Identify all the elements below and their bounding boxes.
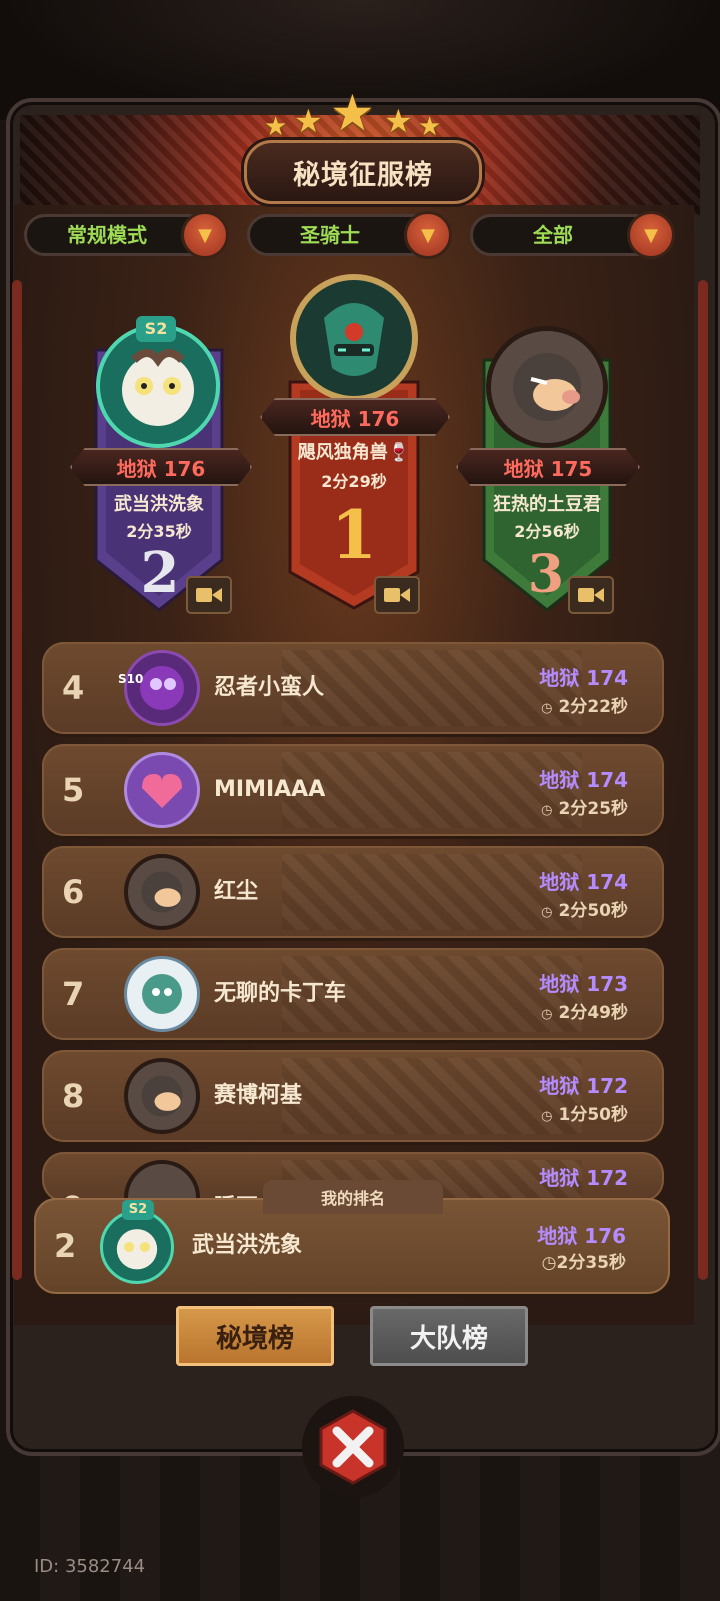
leaderboard-row[interactable]: 6 红尘 地狱 174 ◷ 2分50秒 — [42, 846, 664, 938]
scope-filter-dropdown[interactable]: 全部 ▼ — [470, 211, 675, 259]
avatar-astronaut — [124, 956, 200, 1032]
avatar-sheep — [96, 324, 220, 448]
row-level: 地狱 174 — [539, 666, 628, 690]
clock-icon: ◷ — [541, 1253, 557, 1273]
mode-filter-dropdown[interactable]: 常规模式 ▼ — [24, 211, 229, 259]
row-level: 地狱 173 — [539, 972, 628, 996]
row-time: 2分50秒 — [558, 901, 629, 921]
chevron-down-icon[interactable]: ▼ — [404, 211, 452, 259]
avatar-sheep — [100, 1210, 174, 1284]
leaderboard-row[interactable]: 7 无聊的卡丁车 地狱 173 ◷ 2分49秒 — [42, 948, 664, 1040]
podium-second-rank: 2 — [140, 540, 180, 606]
avatar-pig — [124, 1058, 200, 1134]
star-icon: ★ — [330, 84, 375, 142]
clock-icon: ◷ — [541, 905, 553, 920]
close-button[interactable] — [302, 1396, 404, 1498]
row-name: 赛博柯基 — [214, 1083, 303, 1108]
close-icon — [319, 1409, 387, 1485]
class-filter-dropdown[interactable]: 圣骑士 ▼ — [247, 211, 452, 259]
leaderboard-row[interactable]: 4 S10 忍者小蛮人 地狱 174 ◷ 2分22秒 — [42, 642, 664, 734]
avatar-pig — [486, 326, 608, 448]
star-icon: ★ — [418, 112, 442, 142]
row-name: 无聊的卡丁车 — [214, 981, 347, 1006]
my-rank-level: 地狱 176 — [537, 1224, 626, 1248]
clock-icon: ◷ — [541, 701, 553, 716]
season-badge: S2 — [136, 316, 176, 342]
row-badge: S10 — [118, 672, 144, 686]
video-icon — [384, 588, 410, 602]
podium-third-time: 2分56秒 — [514, 522, 580, 541]
clock-icon: ◷ — [541, 1007, 553, 1022]
left-rail — [12, 280, 22, 1280]
podium-second-level: 地狱 176 — [70, 448, 252, 486]
avatar-octopus — [124, 650, 200, 726]
replay-video-button[interactable] — [374, 576, 420, 614]
podium-second-time: 2分35秒 — [126, 522, 192, 541]
podium-first-name: 飓风独角兽🍷 — [297, 442, 411, 463]
replay-video-button[interactable] — [568, 576, 614, 614]
avatar-pig — [124, 854, 200, 930]
avatar-pig — [124, 1160, 200, 1202]
mode-filter-label: 常规模式 — [67, 223, 147, 247]
page-title: 秘境征服榜 — [244, 140, 482, 204]
podium-third-name: 狂热的土豆君 — [493, 494, 601, 515]
row-name: 忍者小蛮人 — [214, 675, 325, 700]
avatar-horned-knight — [290, 274, 418, 402]
right-rail — [698, 280, 708, 1280]
star-icon: ★ — [264, 112, 288, 142]
leaderboard-row[interactable]: 8 赛博柯基 地狱 172 ◷ 1分50秒 — [42, 1050, 664, 1142]
video-icon — [578, 588, 604, 602]
row-level: 地狱 174 — [539, 768, 628, 792]
my-rank-tab-label: 我的排名 — [263, 1180, 443, 1214]
podium-third-rank: 3 — [527, 544, 565, 605]
row-name: 红尘 — [214, 879, 259, 904]
row-level: 地狱 174 — [539, 870, 628, 894]
clock-icon: ◷ — [541, 803, 553, 818]
row-rank: 7 — [62, 975, 85, 1013]
title-stars: ★ ★ ★ ★ ★ — [260, 84, 460, 142]
my-rank-number: 2 — [54, 1227, 77, 1265]
row-rank: 6 — [62, 873, 85, 911]
season-badge: S2 — [122, 1200, 154, 1220]
row-rank: 5 — [62, 771, 85, 809]
row-rank: 8 — [62, 1077, 85, 1115]
tab-secret-realm-board[interactable]: 秘境榜 — [176, 1306, 334, 1366]
tab-team-board[interactable]: 大队榜 — [370, 1306, 528, 1366]
row-rank: 4 — [62, 669, 85, 707]
podium-third-level: 地狱 175 — [456, 448, 640, 486]
replay-video-button[interactable] — [186, 576, 232, 614]
row-level: 地狱 172 — [539, 1074, 628, 1098]
scope-filter-label: 全部 — [533, 223, 573, 247]
row-name: 睡不 — [214, 1162, 258, 1202]
row-time: 1分50秒 — [558, 1105, 629, 1125]
my-rank-time: 2分35秒 — [556, 1253, 627, 1273]
star-icon: ★ — [384, 102, 413, 140]
podium-first-level: 地狱 176 — [260, 398, 450, 436]
chevron-down-icon[interactable]: ▼ — [627, 211, 675, 259]
row-name: MIMIAAA — [214, 777, 326, 802]
row-time: 2分22秒 — [558, 697, 629, 717]
user-id: ID: 3582744 — [34, 1556, 146, 1577]
clock-icon: ◷ — [541, 1109, 553, 1124]
podium-second-name: 武当洪洗象 — [114, 494, 204, 515]
class-filter-label: 圣骑士 — [300, 223, 360, 247]
row-rank: 9 — [62, 1162, 84, 1202]
video-icon — [196, 588, 222, 602]
star-icon: ★ — [294, 102, 323, 140]
podium-first-time: 2分29秒 — [321, 472, 387, 491]
podium-first-rank: 1 — [331, 496, 377, 574]
leaderboard-row[interactable]: 5 MIMIAAA 地狱 174 ◷ 2分25秒 — [42, 744, 664, 836]
chevron-down-icon[interactable]: ▼ — [181, 211, 229, 259]
row-level: 地狱 172 — [539, 1166, 628, 1190]
row-time: 2分25秒 — [558, 799, 629, 819]
row-time: 2分49秒 — [558, 1003, 629, 1023]
avatar-heart — [124, 752, 200, 828]
